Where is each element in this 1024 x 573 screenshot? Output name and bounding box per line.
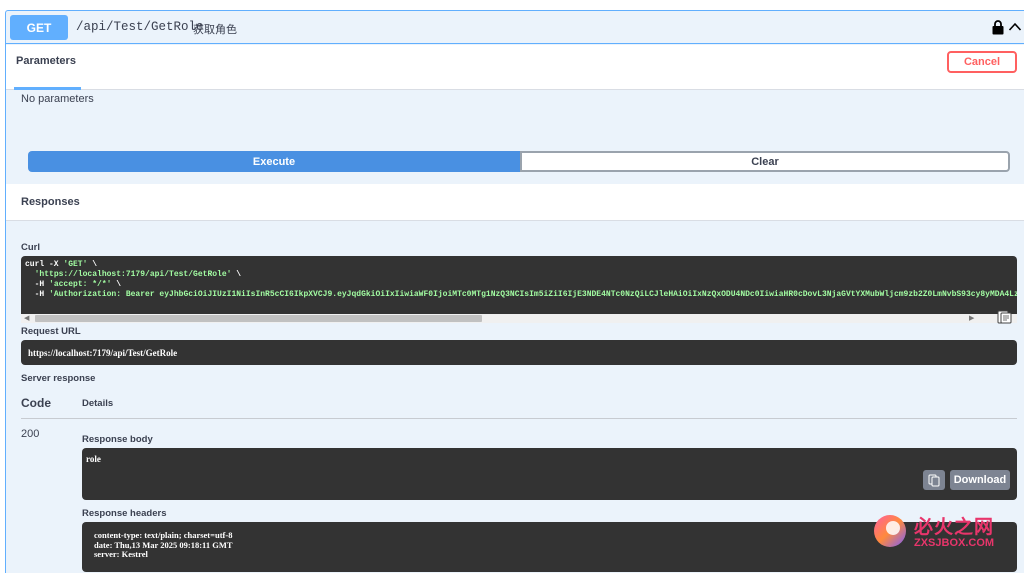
watermark-cn: 必火之网 <box>914 517 995 538</box>
clear-button[interactable]: Clear <box>520 151 1010 172</box>
request-url-value: https://localhost:7179/api/Test/GetRole <box>28 348 178 358</box>
tab-parameters[interactable]: Parameters <box>16 55 76 75</box>
curl-line-4: -H 'Authorization: Bearer eyJhbGciOiJIUz… <box>25 290 1017 299</box>
curl-command: curl -X 'GET' \ 'https://localhost:7179/… <box>25 260 1017 300</box>
response-body-block[interactable]: role Download <box>82 448 1017 500</box>
response-body-label: Response body <box>82 434 153 445</box>
download-button[interactable]: Download <box>950 470 1010 490</box>
server-response-label: Server response <box>21 373 96 384</box>
cancel-button[interactable]: Cancel <box>947 51 1017 73</box>
copy-icon[interactable] <box>995 310 1013 324</box>
divider <box>21 418 1017 419</box>
scroll-left-arrow-icon[interactable]: ◀ <box>24 314 29 322</box>
response-headers-value: content-type: text/plain; charset=utf-8 … <box>94 530 233 559</box>
operation-summary[interactable]: GET /api/Test/GetRole 获取角色 <box>6 11 1024 44</box>
scrollbar-thumb[interactable] <box>35 315 482 322</box>
curl-code-block[interactable]: curl -X 'GET' \ 'https://localhost:7179/… <box>21 256 1017 314</box>
watermark: 必火之网 ZXSJBOX.COM <box>870 510 1000 555</box>
scroll-right-arrow-icon[interactable]: ▶ <box>969 314 974 322</box>
curl-label: Curl <box>21 242 40 253</box>
responses-header: Responses <box>6 184 1024 221</box>
tab-active-indicator <box>14 87 81 90</box>
operation-block: GET /api/Test/GetRole 获取角色 Parameters Ca… <box>5 10 1024 573</box>
curl-line-2: 'https://localhost:7179/api/Test/GetRole… <box>34 270 242 279</box>
curl-line-1: curl -X 'GET' \ <box>25 260 98 269</box>
curl-line-3: -H 'accept: */*' \ <box>25 280 122 289</box>
response-body-value: role <box>86 454 101 464</box>
curl-horizontal-scrollbar[interactable]: ◀ ▶ <box>21 314 1017 323</box>
parameters-tabbar: Parameters <box>6 45 1024 90</box>
request-url-block: https://localhost:7179/api/Test/GetRole <box>21 340 1017 365</box>
response-status-code: 200 <box>21 428 40 440</box>
responses-title: Responses <box>21 196 80 208</box>
watermark-en: ZXSJBOX.COM <box>914 537 995 549</box>
watermark-logo-icon <box>874 515 906 547</box>
chevron-up-icon[interactable] <box>1008 20 1022 34</box>
response-headers-label: Response headers <box>82 508 167 519</box>
copy-icon[interactable] <box>923 470 945 490</box>
no-parameters-text: No parameters <box>21 93 94 105</box>
operation-path: /api/Test/GetRole <box>76 20 204 34</box>
lock-icon[interactable] <box>992 20 1004 35</box>
execute-button[interactable]: Execute <box>28 151 520 172</box>
http-method-badge: GET <box>10 15 68 40</box>
code-column-header: Code <box>21 396 51 410</box>
details-column-header: Details <box>82 398 114 409</box>
operation-description: 获取角色 <box>193 24 237 36</box>
request-url-label: Request URL <box>21 326 81 337</box>
